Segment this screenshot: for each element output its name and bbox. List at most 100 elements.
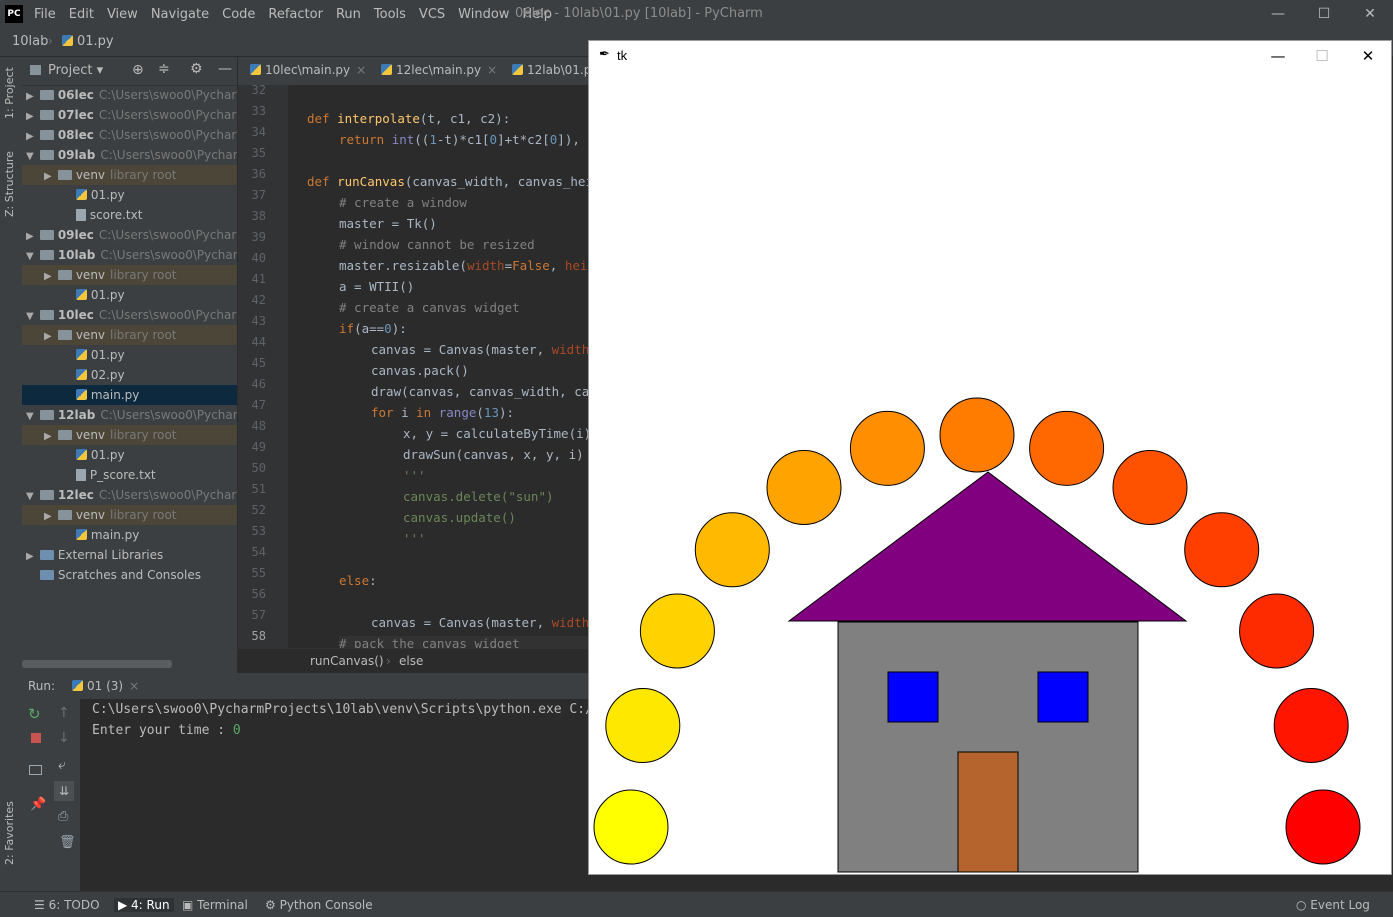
tab-todo[interactable]: ☰ 6: TODO bbox=[34, 898, 100, 912]
chevron-right-icon[interactable]: ▶ bbox=[26, 87, 36, 105]
menu-code[interactable]: Code bbox=[222, 7, 255, 22]
tree-item[interactable]: ▶ 06lec C:\Users\swoo0\PycharmProjects\06… bbox=[22, 85, 237, 105]
chevron-down-icon[interactable]: ▼ bbox=[26, 147, 36, 165]
code-line-44: canvas = Canvas(master, width=canvas_wid… bbox=[371, 342, 588, 357]
chevron-down-icon[interactable]: ▼ bbox=[26, 247, 36, 265]
close-tab-icon[interactable]: × bbox=[356, 63, 366, 77]
minimize-icon[interactable]: — bbox=[1268, 4, 1288, 24]
code-editor[interactable]: def interpolate(t, c1, c2): return int((… bbox=[289, 85, 588, 648]
print-icon[interactable]: ⎙ bbox=[58, 809, 68, 824]
menu-navigate[interactable]: Navigate bbox=[151, 7, 209, 22]
breadcrumb-file[interactable]: 01.py bbox=[62, 34, 114, 49]
tk-close-icon[interactable]: ✕ bbox=[1353, 45, 1383, 67]
tree-item[interactable]: ▶ venv library root bbox=[22, 325, 237, 345]
tree-item[interactable]: 01.py bbox=[22, 345, 237, 365]
chevron-right-icon[interactable]: ▶ bbox=[44, 327, 54, 345]
menu-edit[interactable]: Edit bbox=[69, 7, 94, 22]
tree-item[interactable]: 01.py bbox=[22, 185, 237, 205]
scroll-to-end-icon[interactable]: ⇊ bbox=[54, 781, 74, 801]
chevron-right-icon[interactable]: ▶ bbox=[26, 107, 36, 125]
menu-file[interactable]: File bbox=[34, 7, 56, 22]
menu-view[interactable]: View bbox=[107, 7, 138, 22]
pin-icon[interactable]: 📌 bbox=[30, 797, 46, 812]
tab-python-console[interactable]: ⚙ Python Console bbox=[265, 898, 373, 912]
tree-item[interactable]: ▶ venv library root bbox=[22, 165, 237, 185]
menu-refactor[interactable]: Refactor bbox=[268, 7, 323, 22]
up-icon[interactable]: ↑ bbox=[58, 705, 70, 721]
hide-panel-icon[interactable]: — bbox=[218, 61, 232, 77]
tree-item[interactable]: 01.py bbox=[22, 285, 237, 305]
event-log-button[interactable]: ○ Event Log bbox=[1296, 898, 1370, 912]
layout-icon[interactable] bbox=[29, 765, 42, 775]
collapse-all-icon[interactable]: ≑ bbox=[158, 61, 170, 77]
tree-item[interactable]: ▶ 09lec C:\Users\swoo0\PycharmProjects\09… bbox=[22, 225, 237, 245]
tree-item[interactable]: ▶ venv library root bbox=[22, 265, 237, 285]
line-number: 49 bbox=[251, 440, 266, 454]
maximize-icon[interactable]: ☐ bbox=[1314, 4, 1334, 24]
chevron-right-icon[interactable]: ▶ bbox=[26, 127, 36, 145]
tab-10lec-main-py[interactable]: 10lec\main.py × bbox=[250, 63, 366, 77]
breadcrumb-else[interactable]: else bbox=[399, 654, 423, 668]
tab-run[interactable]: ▶ 4: Run bbox=[114, 898, 174, 912]
run-tab[interactable]: 01 (3) × bbox=[72, 679, 139, 693]
tree-item[interactable]: ▼ 10lab C:\Users\swoo0\PycharmProjects\10… bbox=[22, 245, 237, 265]
sun bbox=[1273, 688, 1349, 763]
chevron-down-icon[interactable]: ▼ bbox=[26, 307, 36, 325]
trash-icon[interactable]: 🗑 bbox=[59, 835, 76, 850]
menu-tools[interactable]: Tools bbox=[374, 7, 406, 22]
tree-item[interactable]: ▶ 07lec C:\Users\swoo0\PycharmProjects\07… bbox=[22, 105, 237, 125]
close-tab-icon[interactable]: × bbox=[129, 679, 139, 693]
chevron-down-icon[interactable]: ▼ bbox=[26, 407, 36, 425]
gear-icon[interactable]: ⚙ bbox=[190, 61, 203, 77]
chevron-right-icon[interactable]: ▶ bbox=[26, 547, 36, 565]
stop-icon[interactable] bbox=[31, 733, 41, 743]
chevron-right-icon[interactable]: ▶ bbox=[44, 267, 54, 285]
tab-project[interactable]: 1: Project bbox=[3, 67, 16, 119]
tree-item[interactable]: ▶ 08lec C:\Users\swoo0\PycharmProjects\08… bbox=[22, 125, 237, 145]
tree-item[interactable]: ▼ 10lec C:\Users\swoo0\PycharmProjects\10… bbox=[22, 305, 237, 325]
tree-item[interactable]: ▼ 12lec C:\Users\swoo0\PycharmProjects\12… bbox=[22, 485, 237, 505]
tree-item-path: C:\Users\swoo0\PycharmProjects\07lec bbox=[98, 108, 237, 122]
close-tab-icon[interactable]: × bbox=[487, 63, 497, 77]
chevron-right-icon[interactable]: ▶ bbox=[44, 427, 54, 445]
chevron-right-icon[interactable]: ▶ bbox=[26, 227, 36, 245]
tree-item[interactable]: main.py bbox=[22, 525, 237, 545]
tab-structure[interactable]: Z: Structure bbox=[3, 151, 16, 217]
tree-item[interactable]: score.txt bbox=[22, 205, 237, 225]
tree-item[interactable]: ▼ 12lab C:\Users\swoo0\PycharmProjects\12… bbox=[22, 405, 237, 425]
pycharm-logo-icon: PC bbox=[5, 5, 23, 23]
chevron-down-icon[interactable]: ▼ bbox=[26, 487, 36, 505]
tree-item[interactable]: 01.py bbox=[22, 445, 237, 465]
tree-item[interactable]: ▼ 09lab C:\Users\swoo0\PycharmProjects\09… bbox=[22, 145, 237, 165]
tab-favorites[interactable]: 2: Favorites bbox=[3, 801, 16, 865]
menu-run[interactable]: Run bbox=[336, 7, 361, 22]
line-number: 56 bbox=[251, 587, 266, 601]
tree-item[interactable]: main.py bbox=[22, 385, 237, 405]
run-console[interactable]: C:\Users\swoo0\PycharmProjects\10lab\ven… bbox=[80, 699, 898, 891]
project-view-dropdown[interactable]: Project ▾ bbox=[48, 63, 103, 78]
breadcrumb-function[interactable]: runCanvas() bbox=[310, 654, 384, 668]
tree-item[interactable]: ▶ External Libraries bbox=[22, 545, 237, 565]
tree-item[interactable]: P_score.txt bbox=[22, 465, 237, 485]
breadcrumb-project[interactable]: 10lab bbox=[12, 34, 48, 49]
menu-window[interactable]: Window bbox=[458, 7, 509, 22]
tk-minimize-icon[interactable]: — bbox=[1263, 45, 1293, 67]
tab-12lab-01-py[interactable]: 12lab\01.py bbox=[512, 63, 598, 77]
tree-item[interactable]: ▶ venv library root bbox=[22, 505, 237, 525]
tab-terminal[interactable]: ▣ Terminal bbox=[182, 898, 248, 912]
soft-wrap-icon[interactable]: ⤶ bbox=[58, 757, 66, 773]
menu-vcs[interactable]: VCS bbox=[419, 7, 445, 22]
tab-12lec-main-py[interactable]: 12lec\main.py × bbox=[381, 63, 497, 77]
rerun-icon[interactable]: ↻ bbox=[28, 705, 41, 723]
locate-icon[interactable]: ⊕ bbox=[132, 62, 144, 78]
horizontal-scrollbar[interactable] bbox=[22, 660, 172, 668]
tk-maximize-icon[interactable]: ☐ bbox=[1307, 45, 1337, 67]
tree-item[interactable]: ▶ venv library root bbox=[22, 425, 237, 445]
code-line-43: if(a==0): bbox=[339, 321, 407, 336]
tree-item[interactable]: Scratches and Consoles bbox=[22, 565, 237, 585]
close-icon[interactable]: ✕ bbox=[1360, 4, 1380, 24]
tree-item[interactable]: 02.py bbox=[22, 365, 237, 385]
chevron-right-icon[interactable]: ▶ bbox=[44, 167, 54, 185]
down-icon[interactable]: ↓ bbox=[58, 730, 70, 746]
chevron-right-icon[interactable]: ▶ bbox=[44, 507, 54, 525]
